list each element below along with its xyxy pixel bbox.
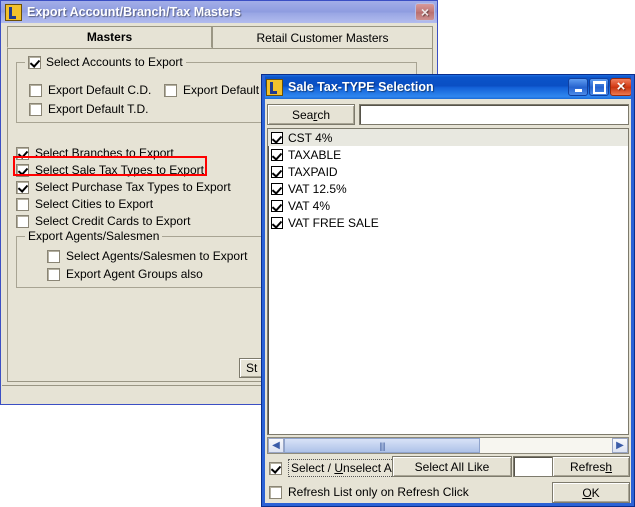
search-button[interactable]: Search	[267, 104, 355, 125]
list-item-label: VAT 12.5%	[288, 181, 347, 196]
refresh-only-checkbox[interactable]	[269, 485, 282, 499]
refresh-button[interactable]: Refresh	[552, 456, 630, 477]
list-item-checkbox[interactable]	[271, 131, 283, 144]
select-sale-tax-types-checkbox[interactable]	[16, 163, 29, 177]
export-agent-groups-checkbox[interactable]	[47, 267, 60, 281]
export-default-sp-checkbox[interactable]	[164, 83, 177, 97]
list-item[interactable]: CST 4%	[268, 129, 628, 146]
select-unselect-all-label: Select / Unselect All	[288, 459, 401, 477]
main-window-title: Export Account/Branch/Tax Masters	[27, 5, 241, 19]
close-icon: ×	[420, 3, 430, 20]
horizontal-scrollbar[interactable]: ◀ |||| ▶	[267, 437, 629, 454]
export-agents-legend: Export Agents/Salesmen	[25, 229, 163, 243]
export-default-td-label: Export Default T.D.	[48, 102, 149, 116]
search-input[interactable]	[359, 104, 629, 125]
select-purchase-tax-types-label: Select Purchase Tax Types to Export	[35, 180, 231, 194]
select-accounts-checkbox[interactable]	[28, 55, 41, 69]
tabstrip: Masters Retail Customer Masters	[7, 26, 433, 48]
select-agents-row[interactable]: Select Agents/Salesmen to Export	[47, 249, 247, 263]
scrollbar-grip: ||||	[379, 440, 385, 451]
list-item-checkbox[interactable]	[271, 148, 283, 161]
select-branches-row[interactable]: Select Branches to Export	[16, 146, 174, 160]
list-item[interactable]: TAXPAID	[268, 163, 628, 180]
select-credit-cards-label: Select Credit Cards to Export	[35, 214, 191, 228]
select-all-like-button[interactable]: Select All Like	[392, 456, 512, 477]
screen-root: Export Account/Branch/Tax Masters × Mast…	[0, 0, 635, 507]
list-item-label: TAXABLE	[288, 147, 342, 162]
select-cities-row[interactable]: Select Cities to Export	[16, 197, 153, 211]
list-item-label: TAXPAID	[288, 164, 338, 179]
chevron-right-icon: ▶	[616, 440, 624, 451]
main-window-titlebar[interactable]: Export Account/Branch/Tax Masters ×	[1, 1, 437, 23]
select-purchase-tax-types-row[interactable]: Select Purchase Tax Types to Export	[16, 180, 231, 194]
refresh-only-row[interactable]: Refresh List only on Refresh Click	[269, 485, 469, 499]
ok-button-label: OK	[582, 485, 600, 500]
app-logo-icon	[5, 3, 22, 21]
select-branches-checkbox[interactable]	[16, 146, 29, 160]
list-item[interactable]: VAT 4%	[268, 197, 628, 214]
tab-retail-customer-masters[interactable]: Retail Customer Masters	[212, 26, 433, 48]
select-cities-label: Select Cities to Export	[35, 197, 154, 211]
export-default-cd-label: Export Default C.D.	[48, 83, 152, 97]
list-item-checkbox[interactable]	[271, 216, 283, 229]
list-item-checkbox[interactable]	[271, 199, 283, 212]
scrollbar-thumb[interactable]: ||||	[284, 438, 480, 453]
list-item-checkbox[interactable]	[271, 182, 283, 195]
scroll-right-arrow-icon[interactable]: ▶	[612, 438, 628, 453]
select-sale-tax-types-label: Select Sale Tax Types to Export	[35, 163, 204, 177]
export-default-td-checkbox[interactable]	[29, 102, 42, 116]
refresh-only-label: Refresh List only on Refresh Click	[288, 485, 469, 499]
list-item-checkbox[interactable]	[271, 165, 283, 178]
export-default-cd-checkbox[interactable]	[29, 83, 42, 97]
list-item-label: CST 4%	[288, 130, 333, 145]
main-window-close-button[interactable]: ×	[415, 3, 435, 21]
tab-retail-customer-masters-label: Retail Customer Masters	[256, 30, 389, 45]
tax-type-listbox[interactable]: CST 4% TAXABLE TAXPAID VAT 12.5% VAT 4%	[267, 128, 629, 435]
scrollbar-track[interactable]: ||||	[284, 438, 612, 453]
ok-button[interactable]: OK	[552, 482, 630, 503]
search-button-label: Search	[291, 107, 331, 122]
tab-masters-label: Masters	[86, 30, 133, 44]
select-cities-checkbox[interactable]	[16, 197, 29, 211]
sale-tax-type-dialog: Sale Tax-TYPE Selection × Search CST 4% …	[261, 74, 635, 507]
export-agent-groups-row[interactable]: Export Agent Groups also	[47, 267, 203, 281]
select-unselect-all-checkbox[interactable]	[269, 461, 282, 475]
start-button-label: St	[246, 361, 258, 375]
export-default-td-row[interactable]: Export Default T.D.	[29, 102, 149, 116]
export-default-cd-row[interactable]: Export Default C.D.	[29, 83, 151, 97]
select-accounts-legend: Select Accounts to Export	[25, 55, 186, 69]
dialog-body: Search CST 4% TAXABLE TAXPAID VAT 12.5% …	[265, 99, 631, 503]
select-purchase-tax-types-checkbox[interactable]	[16, 180, 29, 194]
list-item-label: VAT 4%	[288, 198, 331, 213]
select-unselect-all-row[interactable]: Select / Unselect All	[269, 459, 401, 477]
select-all-like-label: Select All Like	[414, 459, 490, 474]
select-agents-label: Select Agents/Salesmen to Export	[66, 249, 248, 263]
select-accounts-label: Select Accounts to Export	[46, 55, 183, 69]
refresh-button-label: Refresh	[569, 459, 613, 474]
export-agent-groups-label: Export Agent Groups also	[66, 267, 203, 281]
select-agents-checkbox[interactable]	[47, 249, 60, 263]
list-item[interactable]: TAXABLE	[268, 146, 628, 163]
scroll-left-arrow-icon[interactable]: ◀	[268, 438, 284, 453]
chevron-left-icon: ◀	[272, 440, 280, 451]
list-item[interactable]: VAT FREE SALE	[268, 214, 628, 231]
tab-masters[interactable]: Masters	[7, 26, 212, 48]
select-credit-cards-row[interactable]: Select Credit Cards to Export	[16, 214, 190, 228]
select-sale-tax-types-row[interactable]: Select Sale Tax Types to Export	[16, 163, 204, 177]
list-item-label: VAT FREE SALE	[288, 215, 379, 230]
list-item[interactable]: VAT 12.5%	[268, 180, 628, 197]
select-credit-cards-checkbox[interactable]	[16, 214, 29, 228]
select-branches-label: Select Branches to Export	[35, 146, 174, 160]
